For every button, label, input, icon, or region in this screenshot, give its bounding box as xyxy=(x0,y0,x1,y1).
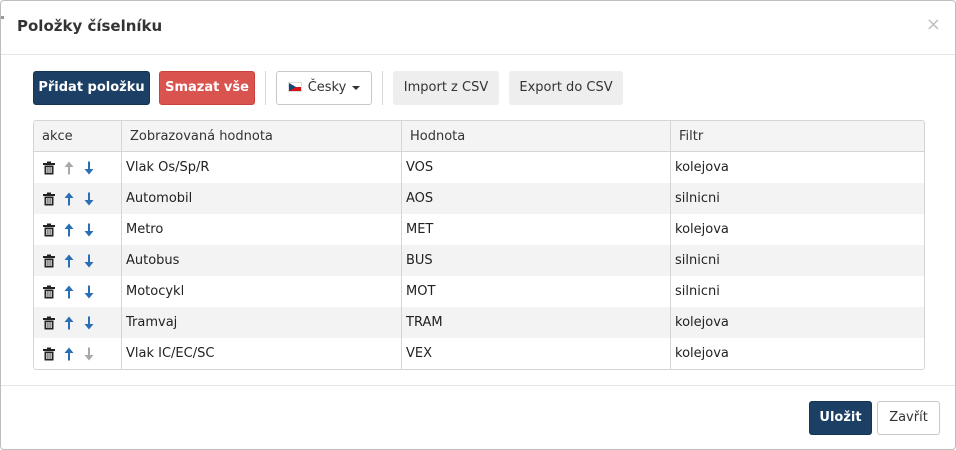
table-row: Metro MET kolejova xyxy=(34,214,924,245)
czech-flag-icon xyxy=(287,81,302,92)
dialog-title: Položky číselníku xyxy=(17,17,163,35)
items-table: akce Zobrazovaná hodnota Hodnota Filtr V… xyxy=(33,120,925,370)
cell-display-value[interactable]: Motocykl xyxy=(121,276,402,307)
row-actions xyxy=(34,338,122,369)
column-header-actions: akce xyxy=(34,121,122,152)
dialog-footer: Uložit Zavřít xyxy=(1,385,955,450)
table-row: Tramvaj TRAM kolejova xyxy=(34,307,924,338)
table-header-row: akce Zobrazovaná hodnota Hodnota Filtr xyxy=(34,121,924,152)
table-row: Automobil AOS silnicni xyxy=(34,183,924,214)
caret-down-icon xyxy=(352,85,361,90)
trash-icon[interactable] xyxy=(42,316,56,330)
arrow-down-icon[interactable] xyxy=(82,192,96,206)
arrow-up-icon xyxy=(62,161,76,175)
arrow-up-icon[interactable] xyxy=(62,347,76,361)
cell-display-value[interactable]: Vlak Os/Sp/R xyxy=(121,151,402,183)
language-label: Česky xyxy=(307,80,347,95)
dialog: Položky číselníku × Přidat položku Smaza… xyxy=(0,0,956,450)
trash-icon[interactable] xyxy=(42,223,56,237)
cell-filter[interactable]: kolejova xyxy=(670,214,924,245)
row-actions xyxy=(34,151,122,183)
table-row: Autobus BUS silnicni xyxy=(34,245,924,276)
close-button[interactable]: Zavřít xyxy=(877,401,940,435)
arrow-down-icon[interactable] xyxy=(82,316,96,330)
cell-value[interactable]: VOS xyxy=(401,151,671,183)
toolbar-divider xyxy=(382,71,383,105)
cell-value[interactable]: TRAM xyxy=(401,307,671,338)
delete-all-button[interactable]: Smazat vše xyxy=(159,71,255,105)
arrow-down-icon xyxy=(82,347,96,361)
arrow-down-icon[interactable] xyxy=(82,223,96,237)
import-csv-button[interactable]: Import z CSV xyxy=(393,71,499,105)
export-csv-button[interactable]: Export do CSV xyxy=(509,71,623,105)
arrow-down-icon[interactable] xyxy=(82,285,96,299)
dialog-header: Položky číselníku × xyxy=(1,1,955,55)
arrow-up-icon[interactable] xyxy=(62,192,76,206)
trash-icon[interactable] xyxy=(42,285,56,299)
cell-filter[interactable]: kolejova xyxy=(670,338,924,369)
row-actions xyxy=(34,245,122,276)
toolbar-divider xyxy=(265,71,266,105)
trash-icon[interactable] xyxy=(42,192,56,206)
column-header-display[interactable]: Zobrazovaná hodnota xyxy=(121,121,402,152)
cell-display-value[interactable]: Tramvaj xyxy=(121,307,402,338)
table-body: Vlak Os/Sp/R VOS kolejova Automobil AOS silni… xyxy=(34,151,924,369)
row-actions xyxy=(34,183,122,214)
table-row: Vlak IC/EC/SC VEX kolejova xyxy=(34,338,924,369)
column-header-value[interactable]: Hodnota xyxy=(401,121,671,152)
cell-filter[interactable]: kolejova xyxy=(670,307,924,338)
cell-value[interactable]: MET xyxy=(401,214,671,245)
trash-icon[interactable] xyxy=(42,347,56,361)
cell-value[interactable]: VEX xyxy=(401,338,671,369)
cell-value[interactable]: MOT xyxy=(401,276,671,307)
close-icon[interactable]: × xyxy=(926,15,941,35)
cell-display-value[interactable]: Vlak IC/EC/SC xyxy=(121,338,402,369)
cell-filter[interactable]: kolejova xyxy=(670,151,924,183)
row-actions xyxy=(34,307,122,338)
arrow-up-icon[interactable] xyxy=(62,223,76,237)
table-row: Vlak Os/Sp/R VOS kolejova xyxy=(34,151,924,183)
language-dropdown[interactable]: Česky xyxy=(276,71,372,105)
save-button[interactable]: Uložit xyxy=(809,401,872,435)
arrow-up-icon[interactable] xyxy=(62,285,76,299)
column-header-filter[interactable]: Filtr xyxy=(670,121,924,152)
arrow-down-icon[interactable] xyxy=(82,254,96,268)
cell-filter[interactable]: silnicni xyxy=(670,245,924,276)
add-item-button[interactable]: Přidat položku xyxy=(33,71,150,105)
cell-display-value[interactable]: Automobil xyxy=(121,183,402,214)
arrow-up-icon[interactable] xyxy=(62,254,76,268)
table-row: Motocykl MOT silnicni xyxy=(34,276,924,307)
trash-icon[interactable] xyxy=(42,254,56,268)
trash-icon[interactable] xyxy=(42,161,56,175)
cell-filter[interactable]: silnicni xyxy=(670,183,924,214)
arrow-down-icon[interactable] xyxy=(82,161,96,175)
arrow-up-icon[interactable] xyxy=(62,316,76,330)
cell-display-value[interactable]: Metro xyxy=(121,214,402,245)
row-actions xyxy=(34,214,122,245)
cell-value[interactable]: BUS xyxy=(401,245,671,276)
row-actions xyxy=(34,276,122,307)
cell-value[interactable]: AOS xyxy=(401,183,671,214)
cell-display-value[interactable]: Autobus xyxy=(121,245,402,276)
window-edge-mark xyxy=(1,16,4,19)
cell-filter[interactable]: silnicni xyxy=(670,276,924,307)
